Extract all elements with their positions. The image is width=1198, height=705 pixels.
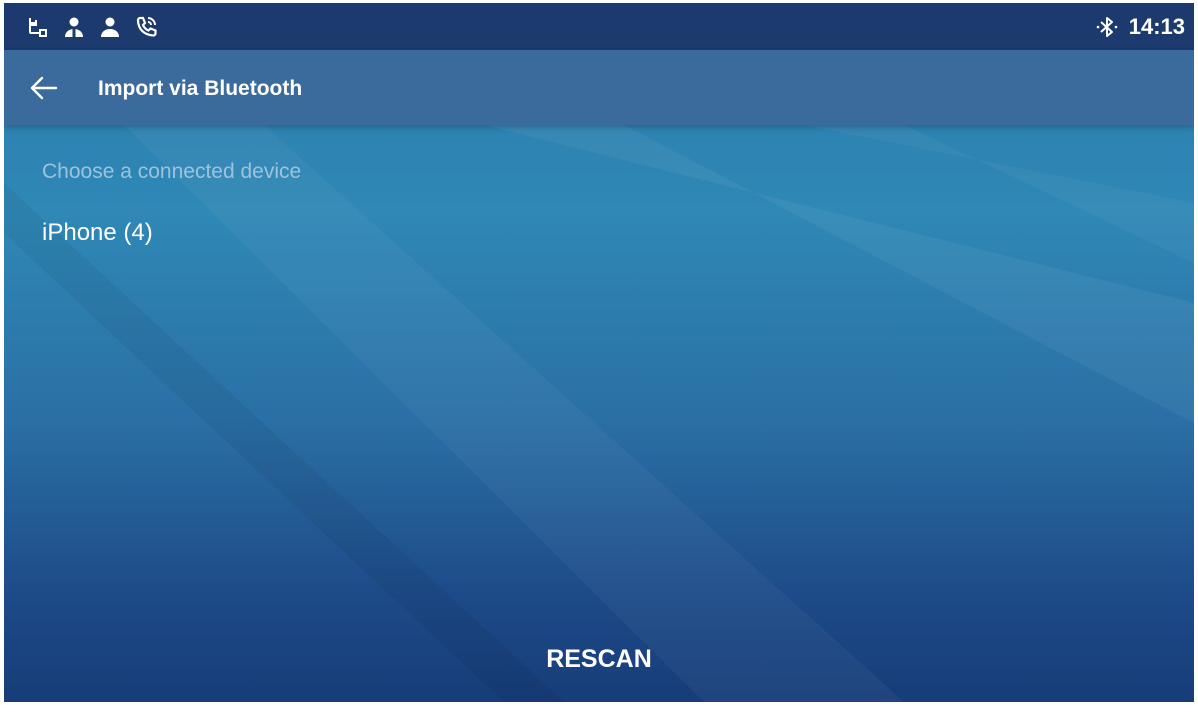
device-name: iPhone (4)	[42, 219, 153, 246]
phone-screen: 14:13 Import via Bluetooth Choose a conn…	[4, 3, 1194, 702]
contact-icon	[62, 15, 86, 39]
person-icon	[98, 15, 122, 39]
status-bar: 14:13	[4, 3, 1194, 50]
page-title: Import via Bluetooth	[98, 77, 303, 100]
section-label: Choose a connected device	[42, 160, 302, 183]
status-time: 14:13	[1128, 14, 1185, 39]
arrow-left-icon	[30, 76, 58, 100]
toolbar: Import via Bluetooth	[4, 50, 1194, 125]
bluetooth-icon	[1096, 16, 1118, 38]
back-button[interactable]	[22, 68, 62, 108]
list-item[interactable]: iPhone (4)	[4, 203, 1194, 261]
rescan-button[interactable]: RESCAN	[499, 633, 699, 685]
ethernet-icon	[26, 15, 50, 39]
phone-call-icon	[134, 15, 158, 39]
